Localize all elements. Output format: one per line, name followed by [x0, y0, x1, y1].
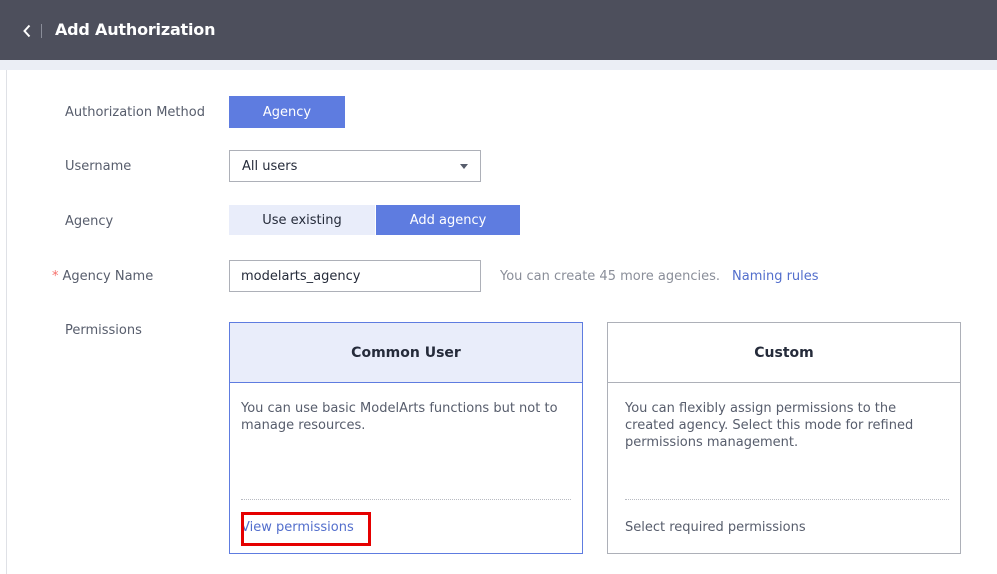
- required-mark: *: [52, 269, 59, 284]
- username-select[interactable]: All users: [229, 150, 481, 182]
- agency-name-label: * Agency Name: [52, 269, 153, 284]
- common-user-card-description: You can use basic ModelArts functions bu…: [241, 401, 558, 433]
- page-title: Add Authorization: [55, 20, 216, 39]
- title-bar: Add Authorization: [0, 0, 997, 60]
- authorization-method-label: Authorization Method: [65, 105, 205, 120]
- chevron-left-icon: [22, 24, 32, 38]
- use-existing-button[interactable]: Use existing: [229, 205, 375, 235]
- card-divider: [625, 499, 949, 500]
- common-user-card-title: Common User: [230, 323, 582, 383]
- custom-card-description: You can flexibly assign permissions to t…: [625, 401, 914, 450]
- caret-down-icon: [460, 164, 468, 169]
- permissions-label: Permissions: [65, 323, 142, 338]
- username-label: Username: [65, 159, 132, 174]
- content-border: [6, 70, 7, 574]
- add-agency-button[interactable]: Add agency: [376, 205, 520, 235]
- username-selected-value: All users: [242, 159, 298, 174]
- back-button[interactable]: [14, 16, 40, 46]
- custom-card[interactable]: Custom You can flexibly assign permissio…: [607, 322, 961, 554]
- agency-quota-hint: You can create 45 more agencies.: [500, 269, 721, 284]
- naming-rules-link[interactable]: Naming rules: [732, 269, 819, 284]
- card-divider: [241, 499, 571, 500]
- agency-label: Agency: [65, 214, 114, 229]
- agency-name-input[interactable]: [229, 260, 481, 292]
- title-divider: [41, 24, 42, 38]
- annotation-highlight-box: [241, 512, 371, 546]
- select-permissions-text: Select required permissions: [625, 520, 806, 535]
- header-strip: [0, 60, 997, 70]
- agency-method-button[interactable]: Agency: [229, 96, 345, 128]
- agency-name-label-text: Agency Name: [62, 269, 154, 284]
- custom-card-title: Custom: [608, 323, 960, 383]
